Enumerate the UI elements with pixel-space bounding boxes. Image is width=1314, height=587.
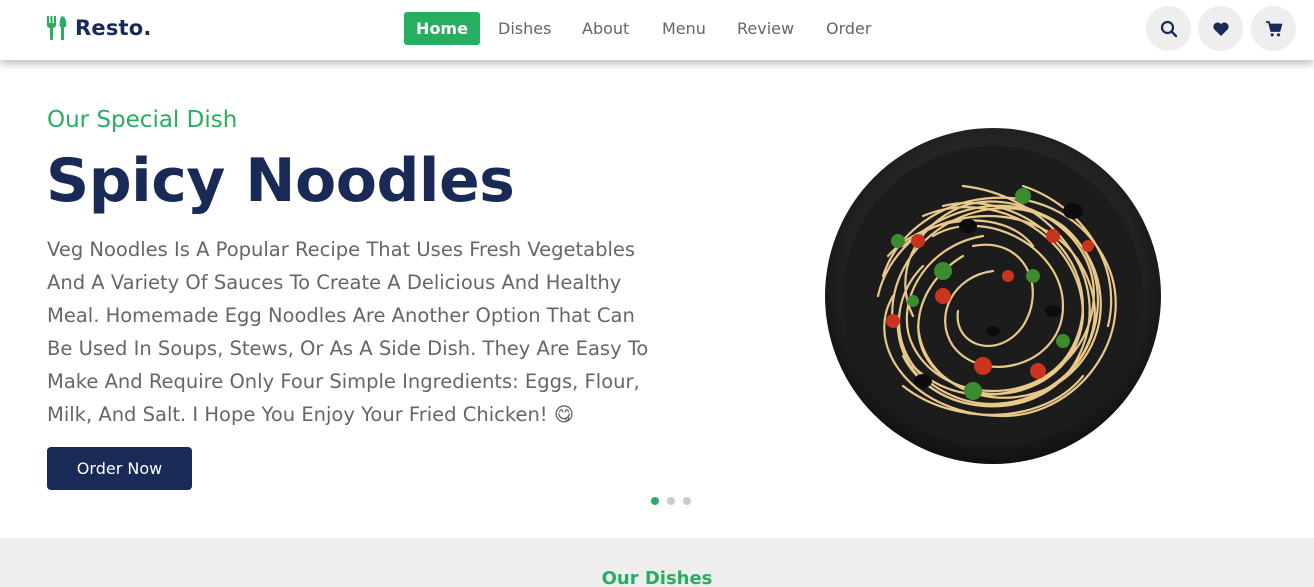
cart-button[interactable] bbox=[1251, 6, 1296, 51]
order-now-button[interactable]: Order Now bbox=[47, 447, 192, 490]
dishes-section: Our Dishes bbox=[0, 538, 1314, 587]
search-icon bbox=[1160, 20, 1177, 37]
nav-home[interactable]: Home bbox=[404, 12, 480, 45]
main-nav: Home Dishes About Menu Review Order bbox=[0, 12, 1314, 45]
slider-dot-2[interactable] bbox=[667, 497, 675, 505]
nav-review[interactable]: Review bbox=[737, 12, 794, 45]
nav-about[interactable]: About bbox=[582, 12, 629, 45]
slider-pagination bbox=[651, 497, 699, 505]
slider-dot-3[interactable] bbox=[683, 497, 691, 505]
hero-subtitle: Our Special Dish bbox=[47, 107, 238, 133]
nav-menu[interactable]: Menu bbox=[662, 12, 706, 45]
favorites-button[interactable] bbox=[1198, 6, 1243, 51]
hero-description: Veg Noodles Is A Popular Recipe That Use… bbox=[47, 238, 649, 426]
hero-title: Spicy Noodles bbox=[46, 146, 515, 216]
site-header: Resto. Home Dishes About Menu Review Ord… bbox=[0, 0, 1314, 60]
nav-order[interactable]: Order bbox=[826, 12, 871, 45]
cart-icon bbox=[1265, 20, 1282, 36]
nav-dishes[interactable]: Dishes bbox=[498, 12, 551, 45]
heart-icon bbox=[1212, 22, 1229, 36]
slider-dot-1[interactable] bbox=[651, 497, 659, 505]
noodle-dish-image bbox=[825, 128, 1161, 464]
dishes-section-heading: Our Dishes bbox=[601, 568, 713, 587]
search-button[interactable] bbox=[1146, 6, 1191, 51]
